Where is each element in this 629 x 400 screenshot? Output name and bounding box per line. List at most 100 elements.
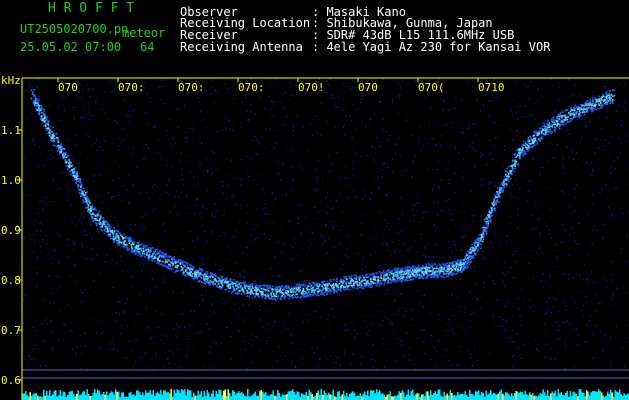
noise-dot: [619, 152, 622, 154]
trace-dot: [109, 228, 111, 231]
trace-dot: [206, 275, 208, 278]
noise-dot: [489, 153, 491, 155]
noise-dot: [313, 352, 315, 354]
noise-dot: [141, 292, 143, 294]
trace-dot: [431, 263, 433, 265]
noise-dot: [27, 83, 30, 86]
trace-dot: [328, 287, 330, 290]
noise-dot: [468, 127, 470, 129]
noise-dot: [575, 247, 577, 249]
noise-dot: [127, 201, 130, 203]
trace-dot: [215, 280, 217, 282]
trace-dot: [48, 130, 51, 132]
noise-dot: [555, 299, 557, 301]
trace-dot: [353, 274, 356, 277]
noise-dot: [98, 87, 100, 89]
noise-dot: [449, 256, 451, 258]
noise-dot: [604, 139, 606, 141]
noise-dot: [526, 200, 528, 202]
noise-dot: [273, 324, 275, 326]
noise-dot: [415, 196, 417, 198]
trace-dot: [360, 280, 363, 283]
noise-dot: [211, 213, 213, 215]
trace-dot: [212, 284, 215, 286]
trace-dot: [213, 280, 215, 283]
noise-dot: [565, 253, 567, 256]
trace-dot: [30, 89, 33, 91]
noise-dot: [266, 343, 268, 345]
noise-dot: [513, 173, 515, 175]
noise-dot: [590, 271, 592, 273]
noise-dot: [109, 80, 111, 83]
noise-dot: [535, 308, 537, 310]
noise-dot: [328, 84, 330, 86]
noise-dot: [24, 159, 26, 161]
trace-dot: [227, 290, 230, 293]
noise-dot: [118, 194, 120, 196]
noise-dot: [403, 308, 405, 310]
noise-dot: [612, 187, 614, 189]
trace-dot: [350, 282, 352, 284]
noise-dot: [476, 99, 478, 101]
noise-dot: [213, 101, 215, 103]
noise-dot: [410, 247, 412, 249]
trace-dot: [82, 199, 84, 201]
noise-dot: [54, 161, 56, 163]
noise-dot: [57, 183, 59, 185]
noise-dot: [135, 291, 137, 294]
trace-dot: [64, 154, 66, 156]
noise-dot: [80, 116, 82, 118]
noise-dot: [608, 189, 610, 191]
noise-dot: [396, 337, 399, 340]
trace-dot: [406, 279, 409, 282]
noise-dot: [237, 297, 239, 299]
noise-dot: [206, 190, 208, 192]
trace-dot: [187, 267, 190, 269]
noise-dot: [150, 288, 152, 291]
trace-dot: [168, 259, 171, 261]
trace-dot: [384, 281, 386, 284]
noise-dot: [604, 335, 606, 337]
trace-dot: [255, 287, 257, 289]
noise-dot: [292, 149, 294, 151]
noise-dot: [384, 219, 386, 221]
noise-dot: [493, 325, 496, 327]
trace-dot: [218, 283, 220, 285]
trace-dot: [62, 157, 65, 160]
noise-dot: [205, 119, 207, 121]
trace-dot: [94, 219, 97, 221]
noise-dot: [550, 347, 552, 350]
noise-dot: [567, 248, 569, 251]
noise-dot: [494, 163, 496, 166]
noise-dot: [46, 260, 48, 263]
noise-dot: [507, 243, 509, 245]
noise-dot: [504, 261, 506, 264]
noise-dot: [35, 348, 37, 350]
noise-dot: [169, 177, 171, 180]
noise-dot: [62, 172, 64, 174]
trace-dot: [416, 274, 419, 277]
noise-dot: [398, 263, 400, 266]
trace-dot: [447, 270, 449, 273]
noise-dot: [166, 164, 168, 166]
noise-dot: [233, 176, 236, 179]
noise-dot: [586, 125, 588, 127]
noise-dot: [114, 216, 116, 219]
noise-dot: [186, 212, 188, 215]
noise-dot: [74, 135, 76, 137]
noise-dot: [268, 238, 271, 241]
trace-dot: [56, 150, 59, 152]
noise-dot: [398, 113, 400, 115]
noise-dot: [524, 131, 526, 134]
trace-dot: [116, 233, 119, 235]
trace-dot: [38, 111, 40, 113]
noise-dot: [134, 224, 136, 226]
noise-dot: [625, 279, 628, 281]
trace-dot: [272, 298, 275, 300]
noise-dot: [80, 222, 82, 224]
noise-dot: [211, 365, 213, 368]
noise-dot: [122, 185, 124, 187]
noise-dot: [467, 139, 470, 141]
noise-dot: [76, 346, 78, 348]
noise-dot: [119, 301, 121, 303]
